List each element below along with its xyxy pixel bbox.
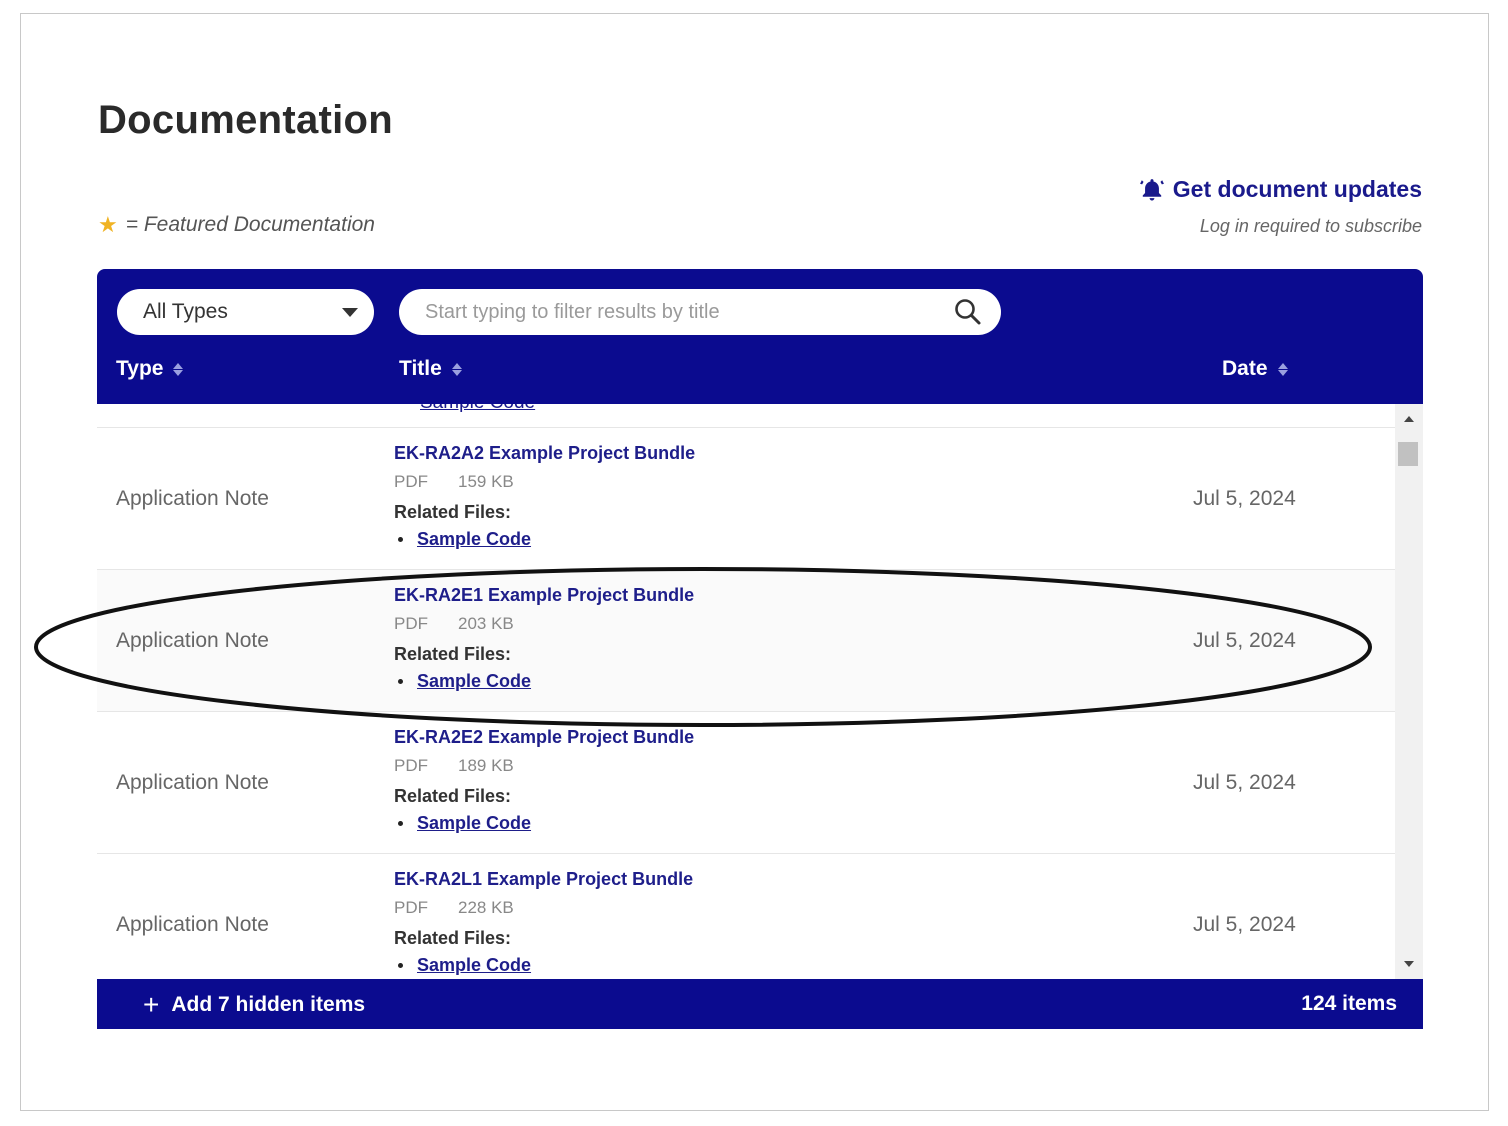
document-size: 228 KB <box>458 898 514 917</box>
document-type: Application Note <box>116 629 269 652</box>
featured-legend: ★ = Featured Documentation <box>98 212 375 238</box>
bell-icon <box>1139 178 1164 201</box>
get-document-updates-link[interactable]: Get document updates <box>1139 176 1422 203</box>
list-item: Sample Code <box>394 955 693 976</box>
bullet-icon <box>398 679 403 684</box>
type-filter-value: All Types <box>143 300 228 323</box>
table-row: Application Note EK-RA2E1 Example Projec… <box>97 570 1395 712</box>
document-meta: PDF 203 KB <box>394 614 694 634</box>
title-search-input[interactable] <box>425 300 945 324</box>
bullet-icon <box>398 537 403 542</box>
sort-icon <box>173 362 184 376</box>
add-hidden-items-button[interactable]: + Add 7 hidden items <box>143 991 365 1019</box>
related-files-label: Related Files: <box>394 502 512 522</box>
document-title-cell: EK-RA2E2 Example Project Bundle PDF 189 … <box>394 727 694 834</box>
document-format: PDF <box>394 756 428 775</box>
related-files-list: Sample Code <box>394 955 693 976</box>
scroll-up-icon[interactable] <box>1404 416 1414 422</box>
caret-down-icon <box>342 308 358 317</box>
page-title: Documentation <box>98 98 394 142</box>
sample-code-link[interactable]: Sample Code <box>417 529 531 550</box>
document-title-link[interactable]: EK-RA2L1 Example Project Bundle <box>394 869 693 890</box>
bullet-icon <box>398 963 403 968</box>
document-date: Jul 5, 2024 <box>1193 771 1296 794</box>
list-item: Sample Code <box>394 529 695 550</box>
document-date: Jul 5, 2024 <box>1193 487 1296 510</box>
scroll-down-icon[interactable] <box>1404 961 1414 967</box>
table-body: Sample Code Application Note EK-RA2A2 Ex… <box>97 404 1423 979</box>
column-header-title-label: Title <box>399 357 442 380</box>
sample-code-link[interactable]: Sample Code <box>420 404 535 414</box>
document-size: 189 KB <box>458 756 514 775</box>
document-meta: PDF 159 KB <box>394 472 695 492</box>
table-scrollbar[interactable] <box>1395 404 1423 979</box>
document-title-cell: EK-RA2L1 Example Project Bundle PDF 228 … <box>394 869 693 976</box>
documentation-table: All Types Type Title Date Sample Code <box>97 269 1423 1029</box>
document-date: Jul 5, 2024 <box>1193 913 1296 936</box>
document-title-link[interactable]: EK-RA2A2 Example Project Bundle <box>394 443 695 464</box>
document-type: Application Note <box>116 913 269 936</box>
sample-code-link[interactable]: Sample Code <box>417 813 531 834</box>
table-header: All Types Type Title Date <box>97 269 1423 404</box>
document-type: Application Note <box>116 487 269 510</box>
document-meta: PDF 189 KB <box>394 756 694 776</box>
related-files-list: Sample Code <box>394 813 694 834</box>
document-title-cell: EK-RA2E1 Example Project Bundle PDF 203 … <box>394 585 694 692</box>
table-row: Application Note EK-RA2L1 Example Projec… <box>97 854 1395 979</box>
column-header-type-label: Type <box>116 357 164 380</box>
sort-icon <box>1277 362 1288 376</box>
plus-icon: + <box>143 989 160 1020</box>
table-row: Application Note EK-RA2E2 Example Projec… <box>97 712 1395 854</box>
sample-code-link[interactable]: Sample Code <box>417 955 531 976</box>
get-document-updates-label: Get document updates <box>1172 176 1422 202</box>
document-date: Jul 5, 2024 <box>1193 629 1296 652</box>
document-type: Application Note <box>116 771 269 794</box>
document-size: 159 KB <box>458 472 514 491</box>
document-format: PDF <box>394 614 428 633</box>
document-meta: PDF 228 KB <box>394 898 693 918</box>
related-files-list: Sample Code <box>394 671 694 692</box>
bullet-icon <box>398 821 403 826</box>
type-filter-select[interactable]: All Types <box>117 289 374 335</box>
column-header-date-label: Date <box>1222 357 1268 380</box>
sort-icon <box>451 362 462 376</box>
featured-legend-text: = Featured Documentation <box>125 213 375 236</box>
list-item: Sample Code <box>394 813 694 834</box>
related-files-list: Sample Code <box>394 529 695 550</box>
document-title-link[interactable]: EK-RA2E1 Example Project Bundle <box>394 585 694 606</box>
document-title-cell: EK-RA2A2 Example Project Bundle PDF 159 … <box>394 443 695 550</box>
related-files-label: Related Files: <box>394 928 512 948</box>
column-header-type[interactable]: Type <box>116 357 184 381</box>
title-search-box <box>399 289 1001 335</box>
table-row-partial: Sample Code <box>97 404 1395 428</box>
sample-code-link[interactable]: Sample Code <box>417 671 531 692</box>
related-files-label: Related Files: <box>394 644 512 664</box>
table-footer: + Add 7 hidden items 124 items <box>97 979 1423 1029</box>
login-required-note: Log in required to subscribe <box>1199 215 1422 236</box>
column-header-title[interactable]: Title <box>399 357 462 381</box>
column-header-date[interactable]: Date <box>1222 357 1288 381</box>
document-size: 203 KB <box>458 614 514 633</box>
document-format: PDF <box>394 472 428 491</box>
add-hidden-items-label: Add 7 hidden items <box>171 993 366 1016</box>
document-format: PDF <box>394 898 428 917</box>
document-updates: Get document updates Log in required to … <box>1139 176 1422 237</box>
star-icon: ★ <box>98 212 118 237</box>
related-files-label: Related Files: <box>394 786 512 806</box>
item-count: 124 items <box>1301 992 1397 1015</box>
document-title-link[interactable]: EK-RA2E2 Example Project Bundle <box>394 727 694 748</box>
scroll-thumb[interactable] <box>1398 442 1418 466</box>
list-item: Sample Code <box>394 671 694 692</box>
table-row: Application Note EK-RA2A2 Example Projec… <box>97 428 1395 570</box>
search-icon[interactable] <box>953 297 983 327</box>
